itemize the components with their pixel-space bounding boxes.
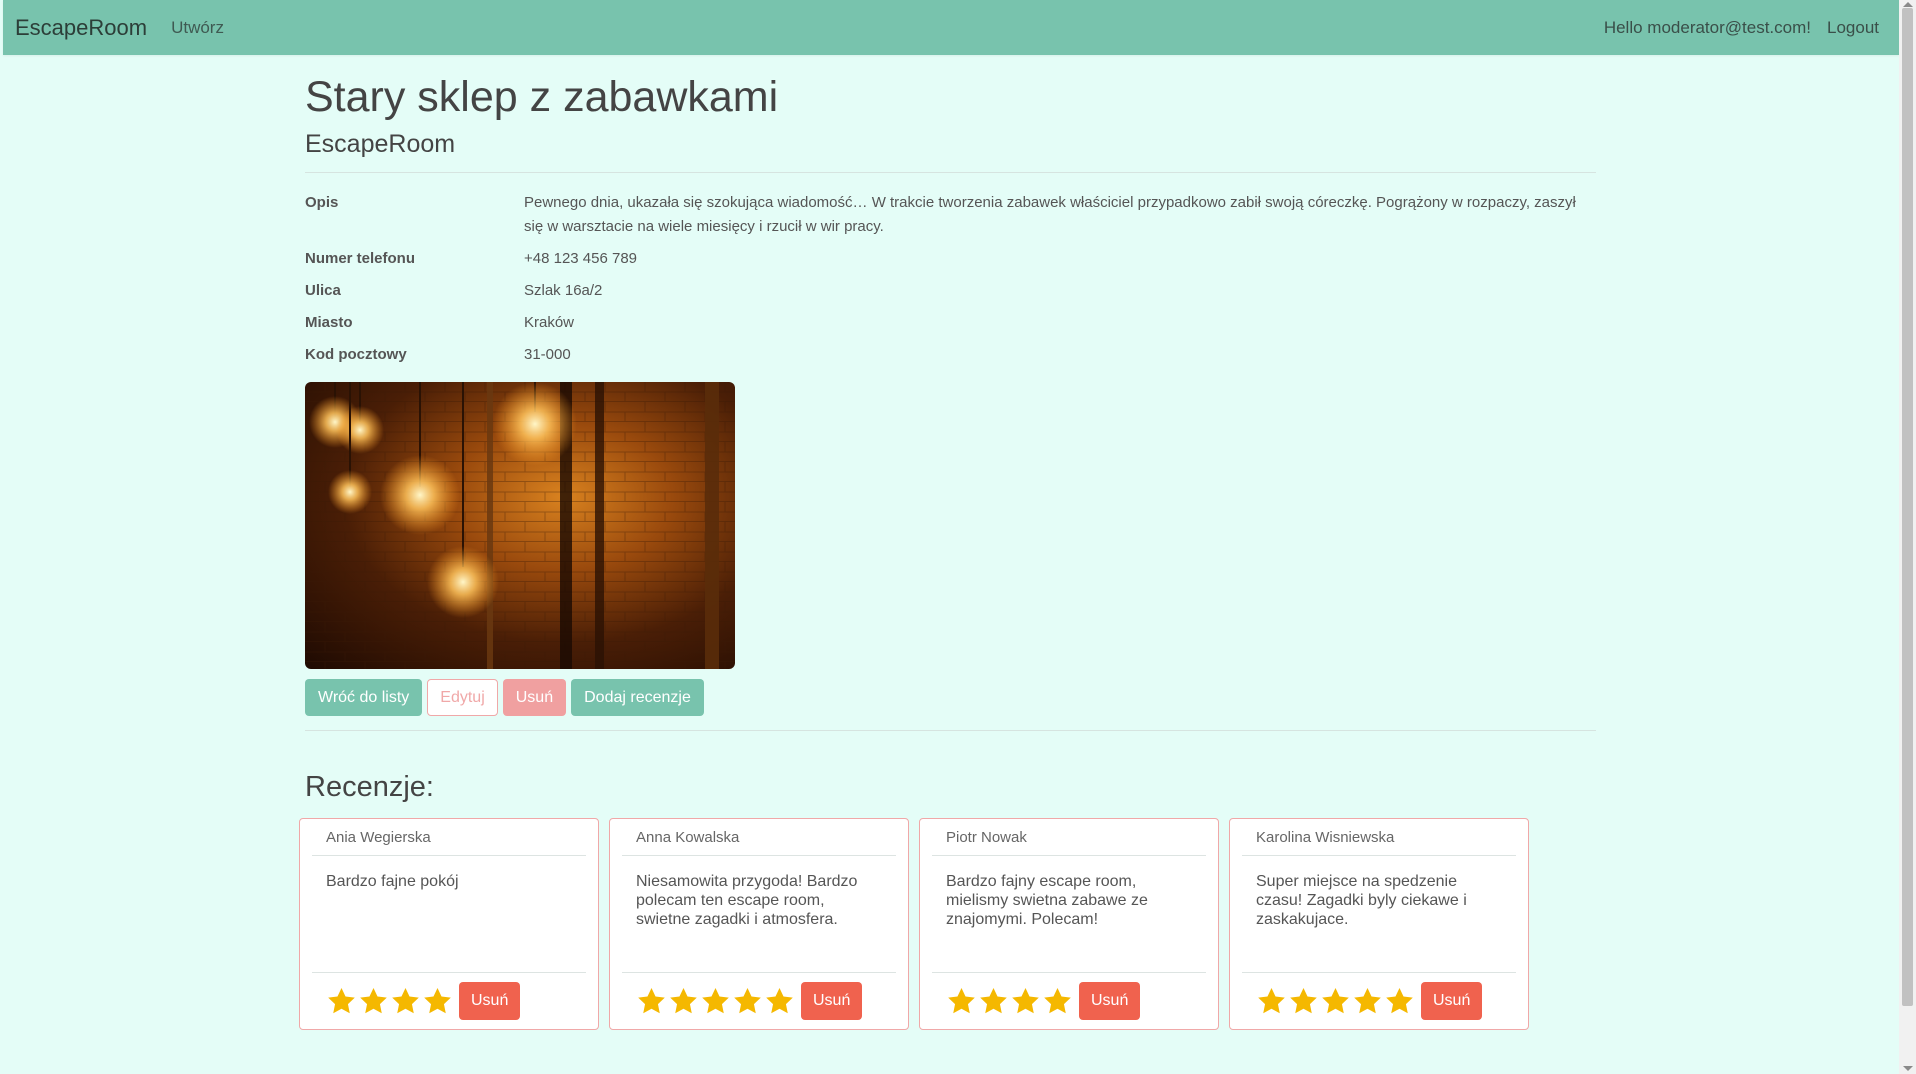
star-icon — [948, 987, 975, 1013]
detail-row-description: Opis Pewnego dnia, ukazała się szokująca… — [305, 191, 1596, 239]
action-buttons: Wróć do listy Edytuj Usuń Dodaj recenzje — [305, 679, 1596, 716]
detail-row-street: Ulica Szlak 16a/2 — [305, 279, 1596, 303]
star-icon — [424, 987, 451, 1013]
divider — [305, 730, 1596, 731]
review-footer: Usuń — [312, 972, 586, 1029]
star-icon — [1258, 987, 1285, 1013]
room-photo-lamps-icon — [305, 382, 735, 669]
review-author: Ania Wegierska — [312, 819, 586, 856]
review-text: Super miejsce na spedzenie czasu! Zagadk… — [1256, 873, 1467, 928]
detail-value: 31-000 — [524, 346, 571, 363]
review-card: Ania Wegierska Bardzo fajne pokój Usuń — [299, 818, 599, 1030]
detail-value: +48 123 456 789 — [524, 250, 638, 267]
nav-user-area: Hello moderator@test.com! Logout — [1604, 18, 1879, 38]
star-icon — [1386, 987, 1413, 1013]
star-icon — [980, 987, 1007, 1013]
review-author: Anna Kowalska — [622, 819, 896, 856]
logout-link[interactable]: Logout — [1827, 18, 1879, 38]
brand-link[interactable]: EscapeRoom — [15, 15, 147, 41]
review-card: Piotr Nowak Bardzo fajny escape room, mi… — [919, 818, 1219, 1030]
detail-row-postal-code: Kod pocztowy 31-000 — [305, 343, 1596, 367]
details-list: Opis Pewnego dnia, ukazała się szokująca… — [305, 191, 1596, 367]
scroll-thumb[interactable] — [1902, 8, 1913, 1006]
room-details: Stary sklep z zabawkami EscapeRoom Opis … — [299, 62, 1596, 1030]
star-rating — [1256, 986, 1416, 1017]
detail-label: Kod pocztowy — [305, 346, 407, 363]
delete-review-button[interactable]: Usuń — [1421, 982, 1483, 1020]
delete-review-button[interactable]: Usuń — [801, 982, 863, 1020]
user-greeting[interactable]: Hello moderator@test.com! — [1604, 18, 1811, 38]
star-icon — [766, 987, 793, 1013]
detail-row-phone: Numer telefonu +48 123 456 789 — [305, 247, 1596, 271]
review-card: Anna Kowalska Niesamowita przygoda! Bard… — [609, 818, 909, 1030]
detail-value: Szlak 16a/2 — [524, 282, 603, 299]
review-footer: Usuń — [932, 972, 1206, 1029]
star-icon — [638, 987, 665, 1013]
star-icon — [328, 987, 355, 1013]
review-author: Piotr Nowak — [932, 819, 1206, 856]
navbar: EscapeRoom Utwórz Hello moderator@test.c… — [3, 0, 1899, 55]
review-text: Bardzo fajny escape room, mielismy swiet… — [946, 873, 1148, 928]
delete-review-button[interactable]: Usuń — [1079, 982, 1141, 1020]
detail-label: Miasto — [305, 314, 353, 331]
detail-label: Numer telefonu — [305, 250, 416, 267]
edit-button[interactable]: Edytuj — [427, 679, 498, 716]
scrollbar[interactable] — [1899, 0, 1916, 1074]
star-icon — [670, 987, 697, 1013]
page-subtitle: EscapeRoom — [305, 130, 456, 158]
page-title: Stary sklep z zabawkami — [305, 73, 779, 121]
star-icon — [702, 987, 729, 1013]
star-icon — [1322, 987, 1349, 1013]
detail-row-city: Miasto Kraków — [305, 311, 1596, 335]
star-icon — [1290, 987, 1317, 1013]
delete-room-button[interactable]: Usuń — [502, 679, 567, 716]
room-photo — [305, 382, 735, 669]
review-text: Bardzo fajne pokój — [326, 873, 459, 890]
review-footer: Usuń — [622, 972, 896, 1029]
review-author: Karolina Wisniewska — [1242, 819, 1516, 856]
star-icon — [734, 987, 761, 1013]
star-icon — [360, 987, 387, 1013]
review-text: Niesamowita przygoda! Bardzo polecam ten… — [636, 873, 858, 928]
delete-review-button[interactable]: Usuń — [459, 982, 521, 1020]
star-rating — [636, 986, 796, 1017]
star-icon — [1354, 987, 1381, 1013]
star-icon — [1012, 987, 1039, 1013]
detail-value: Pewnego dnia, ukazała się szokująca wiad… — [524, 194, 1576, 235]
detail-value: Kraków — [524, 314, 575, 331]
scroll-up-arrow-icon[interactable] — [1903, 2, 1913, 7]
review-footer: Usuń — [1242, 972, 1516, 1029]
detail-label: Opis — [305, 194, 339, 211]
scroll-down-arrow-icon[interactable] — [1903, 1066, 1913, 1071]
star-rating — [326, 986, 454, 1017]
review-card: Karolina Wisniewska Super miejsce na spe… — [1229, 818, 1529, 1030]
reviews-heading: Recenzje: — [305, 771, 434, 803]
add-review-button[interactable]: Dodaj recenzje — [571, 679, 704, 716]
detail-label: Ulica — [305, 282, 341, 299]
star-rating — [946, 986, 1074, 1017]
reviews-list: Ania Wegierska Bardzo fajne pokój Usuń A… — [299, 818, 1596, 1030]
nav-create-link[interactable]: Utwórz — [171, 18, 224, 38]
star-icon — [392, 987, 419, 1013]
back-to-list-button[interactable]: Wróć do listy — [305, 679, 423, 716]
divider — [305, 172, 1596, 173]
star-icon — [1044, 987, 1071, 1013]
